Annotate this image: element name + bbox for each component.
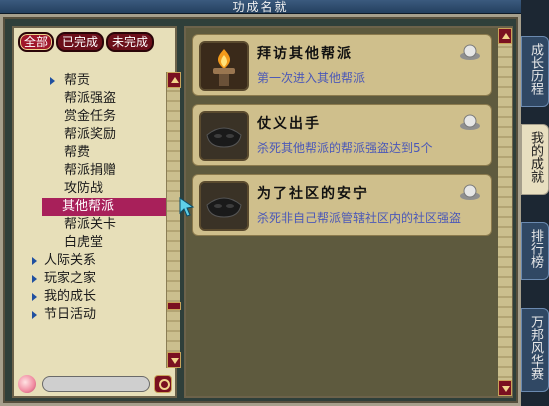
- tree-item-label: 帮费: [64, 145, 91, 160]
- bandit-mask-icon: [199, 111, 249, 161]
- tree-item[interactable]: 帮派强盗: [20, 90, 166, 108]
- tab-label: 万邦风华赛: [528, 315, 543, 380]
- medal-icon: [460, 44, 480, 60]
- medal-icon: [460, 184, 480, 200]
- search-button[interactable]: [154, 375, 172, 393]
- filter-all-button[interactable]: 全部: [18, 32, 55, 52]
- tab-label: 排行榜: [528, 229, 543, 268]
- scroll-down-button[interactable]: [167, 352, 181, 368]
- window-title: 功成名就: [232, 0, 289, 14]
- category-panel: 全部 已完成 未完成 帮贡 帮派强盗 赏金任务 帮派奖励 帮费 帮派捐赠 攻防战…: [12, 26, 181, 398]
- tab-growth-history[interactable]: 成长历程: [521, 36, 549, 107]
- achievement-description: 杀死非自己帮派管辖社区内的社区强盗: [257, 211, 462, 225]
- scroll-thumb[interactable]: [167, 302, 181, 310]
- tree-item-label: 帮贡: [64, 73, 91, 88]
- tree-item-bang-gong[interactable]: 帮贡: [20, 72, 166, 90]
- tree-item-label: 玩家之家: [44, 271, 97, 286]
- achievement-card[interactable]: 仗义出手 杀死其他帮派的帮派强盗达到5个: [192, 104, 492, 166]
- filter-completed-button[interactable]: 已完成: [56, 32, 105, 52]
- tab-wanbang-contest[interactable]: 万邦风华赛: [521, 308, 549, 392]
- expand-arrow-icon: [32, 293, 37, 301]
- scroll-down-button[interactable]: [498, 380, 512, 396]
- tree-item-label: 帮派强盗: [64, 91, 117, 106]
- tree-item-label: 白虎堂: [64, 235, 104, 250]
- expand-arrow-icon: [32, 311, 37, 319]
- tree-item[interactable]: 白虎堂: [20, 234, 166, 252]
- tree-item[interactable]: 帮派关卡: [20, 216, 166, 234]
- achievement-card[interactable]: 为了社区的安宁 杀死非自己帮派管辖社区内的社区强盗: [192, 174, 492, 236]
- expand-arrow-icon: [50, 77, 55, 85]
- achievement-list: 拜访其他帮派 第一次进入其他帮派 仗义出手 杀死其他帮派的帮派强盗达到5个 为了…: [184, 26, 513, 398]
- tree-category-home[interactable]: 玩家之家: [20, 270, 166, 288]
- achievement-title: 仗义出手: [257, 116, 321, 132]
- tree-item[interactable]: 攻防战: [20, 180, 166, 198]
- filter-row: 全部 已完成 未完成: [18, 32, 155, 52]
- category-tree: 帮贡 帮派强盗 赏金任务 帮派奖励 帮费 帮派捐赠 攻防战 其他帮派 帮派关卡 …: [20, 72, 166, 324]
- achievement-description: 第一次进入其他帮派: [257, 71, 366, 85]
- tree-item-label: 人际关系: [44, 253, 97, 268]
- tree-item[interactable]: 帮派奖励: [20, 126, 166, 144]
- tree-item[interactable]: 帮派捐赠: [20, 162, 166, 180]
- tree-category-growth[interactable]: 我的成长: [20, 288, 166, 306]
- tree-item-label: 节日活动: [44, 307, 97, 322]
- expand-arrow-icon: [32, 257, 37, 265]
- category-scrollbar[interactable]: [166, 72, 181, 368]
- tree-item-label: 攻防战: [64, 181, 104, 196]
- scroll-up-button[interactable]: [498, 28, 512, 44]
- tab-leaderboard[interactable]: 排行榜: [521, 222, 549, 280]
- tab-label: 成长历程: [528, 43, 543, 95]
- bandit-mask-icon: [199, 181, 249, 231]
- achievement-title: 为了社区的安宁: [257, 186, 369, 202]
- tree-item-label: 帮派奖励: [64, 127, 117, 142]
- filter-incomplete-button[interactable]: 未完成: [106, 32, 155, 52]
- expand-arrow-icon: [32, 275, 37, 283]
- tab-my-achievements[interactable]: 我的成就: [521, 124, 549, 195]
- title-bar: 功成名就: [0, 0, 521, 14]
- tree-item-label: 赏金任务: [64, 109, 117, 124]
- tree-item-label: 我的成长: [44, 289, 97, 304]
- achievement-scrollbar[interactable]: [498, 28, 512, 396]
- tab-label: 我的成就: [528, 131, 543, 183]
- tree-item[interactable]: 赏金任务: [20, 108, 166, 126]
- tree-item-label: 帮派捐赠: [64, 163, 117, 178]
- tree-item-label: 其他帮派: [62, 199, 115, 214]
- tree-item-label: 帮派关卡: [64, 217, 117, 232]
- tree-item[interactable]: 帮费: [20, 144, 166, 162]
- torch-icon: [199, 41, 249, 91]
- scroll-up-button[interactable]: [167, 72, 181, 88]
- search-bar: [18, 374, 174, 394]
- achievement-description: 杀死其他帮派的帮派强盗达到5个: [257, 141, 433, 155]
- achievement-title: 拜访其他帮派: [257, 46, 353, 62]
- achievement-card[interactable]: 拜访其他帮派 第一次进入其他帮派: [192, 34, 492, 96]
- mouse-cursor-icon: [179, 197, 195, 217]
- peach-icon: [18, 375, 36, 393]
- medal-icon: [460, 114, 480, 130]
- tree-category-relations[interactable]: 人际关系: [20, 252, 166, 270]
- search-input[interactable]: [42, 376, 150, 392]
- tree-category-festival[interactable]: 节日活动: [20, 306, 166, 324]
- tree-item-selected[interactable]: 其他帮派: [42, 198, 166, 216]
